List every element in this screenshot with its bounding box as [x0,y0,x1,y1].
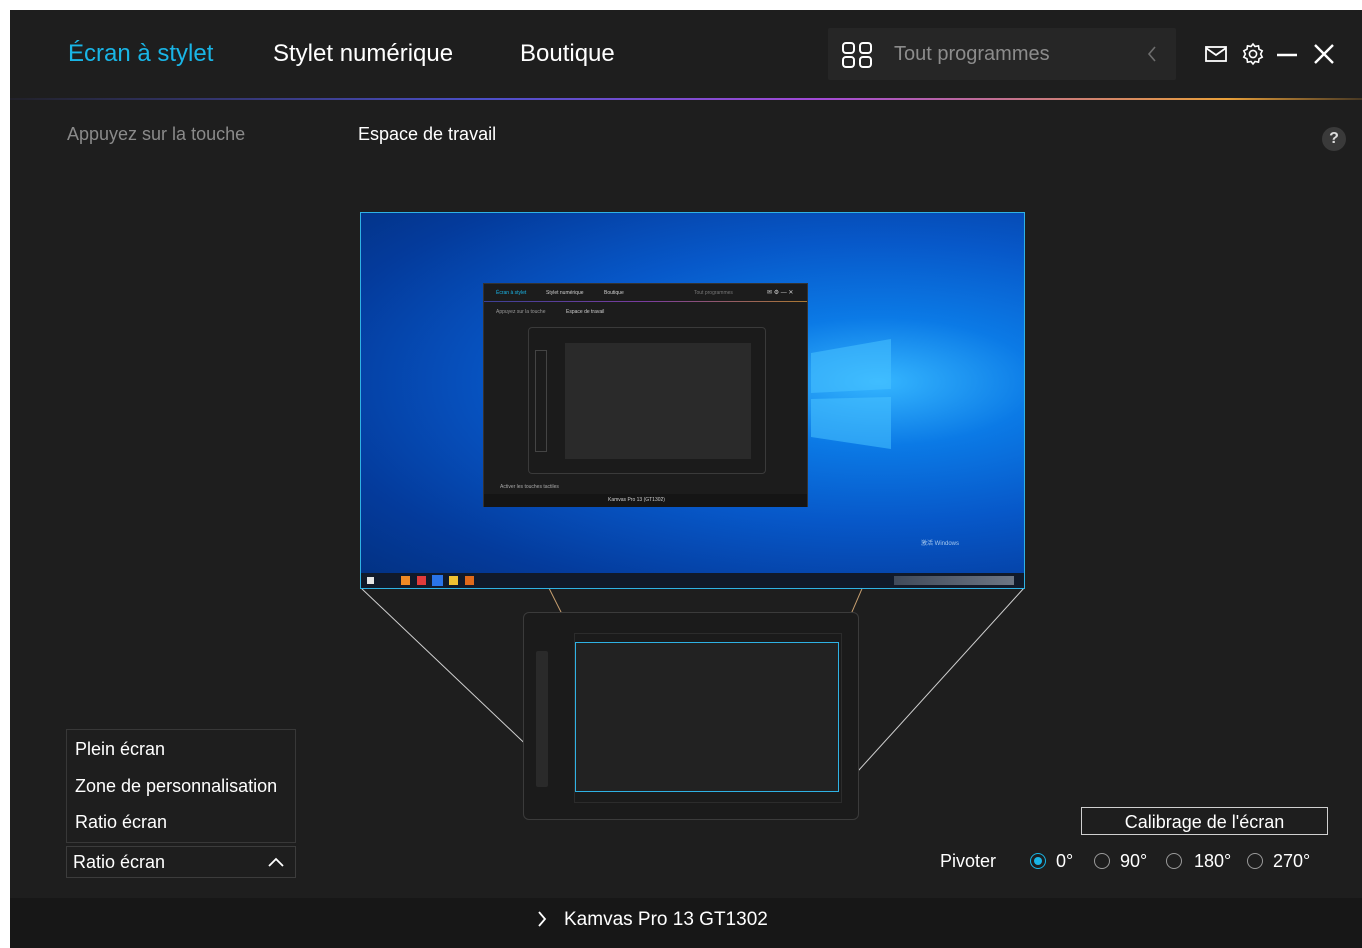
mini-device-name: Kamvas Pro 13 (GT1302) [608,497,665,503]
mini-checkbox-label: Activer les touches tactiles [500,484,559,490]
device-name: Kamvas Pro 13 GT1302 [564,909,768,930]
mini-tab-label: Écran à stylet [496,290,527,296]
rotate-270-radio[interactable] [1247,853,1263,869]
rotate-label: Pivoter [940,851,997,871]
rotate-180-label: 180° [1194,851,1232,871]
mini-tab-label: Stylet numérique [546,290,584,296]
mini-subtab-label: Appuyez sur la touche [496,309,546,315]
chevron-right-icon [536,910,548,933]
mapping-select[interactable]: Ratio écran [66,846,296,878]
mapped-area[interactable] [575,642,839,792]
rotate-90-radio[interactable] [1094,853,1110,869]
calibrate-screen-button[interactable]: Calibrage de l'écran [1081,807,1328,835]
option-custom-area[interactable]: Zone de personnalisation [75,776,277,797]
device-footer[interactable]: Kamvas Pro 13 GT1302 [10,898,1362,948]
mapping-select-value: Ratio écran [73,852,166,872]
rotate-0-label: 0° [1056,851,1074,871]
mini-window-controls: ✉ ⚙ — ✕ [767,290,794,296]
rotate-0-radio[interactable] [1030,853,1046,869]
screen-preview: Écran à stylet Stylet numérique Boutique… [360,212,1025,589]
mini-tab-label: Boutique [604,290,624,296]
rotate-180-radio[interactable] [1166,853,1182,869]
mini-app-window: Écran à stylet Stylet numérique Boutique… [483,283,808,507]
mini-search-text: Tout programmes [694,290,733,296]
mapping-options-list: Plein écran Zone de personnalisation Rat… [66,729,296,843]
tablet-express-keys [536,651,548,787]
huion-driver-window: Écran à stylet Stylet numérique Boutique… [10,10,1362,948]
chevron-up-icon[interactable] [267,855,285,874]
mini-tablet [528,327,766,474]
windows-taskbar [361,573,1024,588]
option-screen-ratio[interactable]: Ratio écran [75,812,167,833]
rotate-270-label: 270° [1273,851,1311,871]
option-full-screen[interactable]: Plein écran [75,739,165,760]
rotate-90-label: 90° [1120,851,1148,871]
mini-subtab-label: Espace de travail [566,309,605,315]
activate-windows-watermark: 激活 Windows [921,541,960,547]
